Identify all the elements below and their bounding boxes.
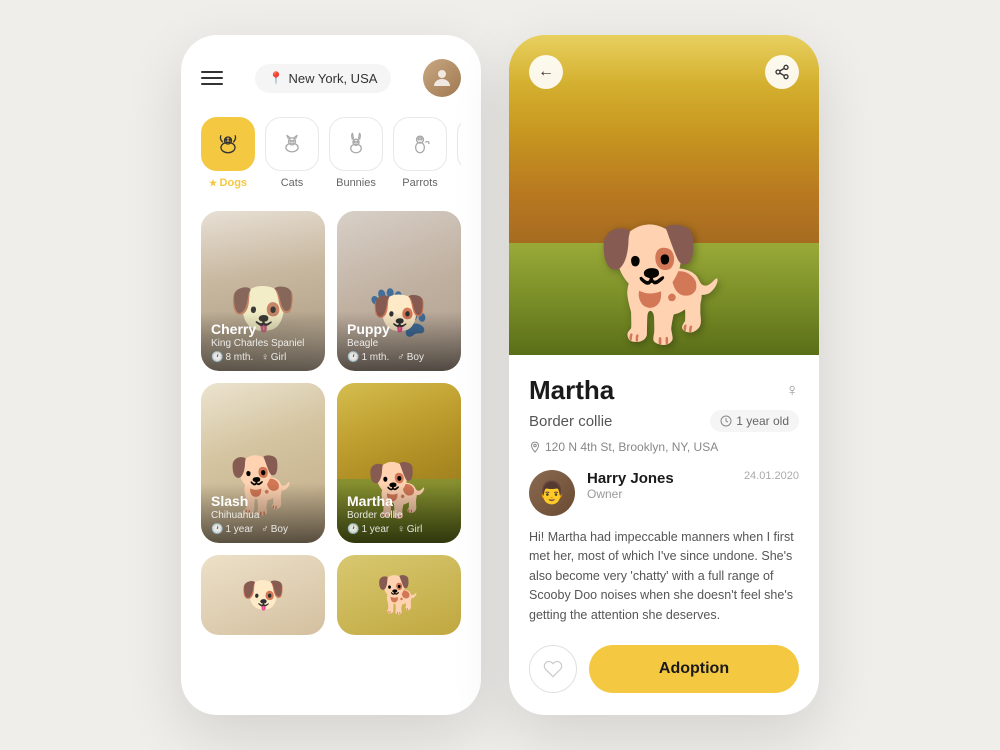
action-row: Adoption (529, 645, 799, 693)
pet-location: 120 N 4th St, Brooklyn, NY, USA (545, 440, 718, 454)
slash-meta: 🕐 1 year ♂ Boy (211, 524, 315, 535)
puppy-gender: ♂ Boy (397, 352, 424, 363)
adoption-button[interactable]: Adoption (589, 645, 799, 693)
review-text: Hi! Martha had impeccable manners when I… (529, 528, 799, 625)
app-container: 📍 New York, USA (151, 5, 849, 745)
cherry-name: Cherry (211, 321, 315, 338)
puppy-meta: 🕐 1 mth. ♂ Boy (347, 352, 451, 363)
bunnies-icon-box (329, 117, 383, 171)
cherry-breed: King Charles Spaniel (211, 338, 315, 349)
slash-card-overlay: Slash Chihuahua 🕐 1 year ♂ Boy (201, 483, 325, 543)
share-button[interactable] (765, 55, 799, 89)
rodents-icon-box (457, 117, 461, 171)
phone-header: 📍 New York, USA (201, 59, 461, 97)
location-icon (529, 441, 541, 453)
heart-icon (543, 659, 563, 679)
age-badge: 1 year old (710, 410, 799, 432)
category-list: Dogs Cats (201, 117, 461, 189)
bunnies-label: Bunnies (336, 177, 376, 189)
martha-meta: 🕐 1 year ♀ Girl (347, 524, 451, 535)
owner-role: Owner (587, 487, 799, 501)
pet-card-puppy[interactable]: 🐾 🐶 Puppy Beagle 🕐 1 mth. ♂ Boy (337, 211, 461, 371)
category-cats[interactable]: Cats (265, 117, 319, 189)
owner-card: 👨 Harry Jones 24.01.2020 Owner (529, 470, 799, 516)
puppy-breed: Beagle (347, 338, 451, 349)
slash-breed: Chihuahua (211, 510, 315, 521)
cherry-card-overlay: Cherry King Charles Spaniel 🕐 8 mth. ♀ G… (201, 311, 325, 371)
cats-icon-box (265, 117, 319, 171)
clock-icon (720, 415, 732, 427)
cherry-meta: 🕐 8 mth. ♀ Girl (211, 352, 315, 363)
dogs-icon-box (201, 117, 255, 171)
pet-card-partial-1[interactable]: 🐶 (201, 555, 325, 635)
back-arrow-icon: ← (538, 63, 554, 81)
category-rodents[interactable]: Ro... (457, 117, 461, 189)
pet-card-slash[interactable]: 🐕 Slash Chihuahua 🕐 1 year ♂ Boy (201, 383, 325, 543)
category-parrots[interactable]: Parrots (393, 117, 447, 189)
cherry-gender: ♀ Girl (261, 352, 286, 363)
puppy-age: 🕐 1 mth. (347, 352, 389, 363)
pet-age: 1 year old (736, 414, 789, 428)
left-phone: 📍 New York, USA (181, 35, 481, 715)
owner-avatar: 👨 (529, 470, 575, 516)
detail-header-row: Martha ♀ (529, 375, 799, 406)
cherry-age: 🕐 8 mth. (211, 352, 253, 363)
share-icon (774, 64, 790, 80)
owner-name: Harry Jones (587, 470, 674, 487)
pin-icon: 📍 (269, 71, 284, 85)
parrots-icon-box (393, 117, 447, 171)
martha-name: Martha (347, 493, 451, 510)
pet-grid: 🐶 Cherry King Charles Spaniel 🕐 8 mth. ♀… (201, 211, 461, 635)
pet-card-cherry[interactable]: 🐶 Cherry King Charles Spaniel 🕐 8 mth. ♀… (201, 211, 325, 371)
location-text: New York, USA (289, 71, 378, 86)
puppy-card-overlay: Puppy Beagle 🕐 1 mth. ♂ Boy (337, 311, 461, 371)
category-bunnies[interactable]: Bunnies (329, 117, 383, 189)
martha-gender: ♀ Girl (397, 524, 422, 535)
puppy-name: Puppy (347, 321, 451, 338)
menu-button[interactable] (201, 71, 223, 85)
favorite-button[interactable] (529, 645, 577, 693)
right-phone: 🐕 ← Martha ♀ (509, 35, 819, 715)
owner-date: 24.01.2020 (744, 470, 799, 482)
dog-hero-image: 🐕 ← (509, 35, 819, 355)
location-pill[interactable]: 📍 New York, USA (255, 64, 392, 93)
slash-age: 🕐 1 year (211, 524, 253, 535)
martha-age: 🕐 1 year (347, 524, 389, 535)
parrots-label: Parrots (402, 177, 437, 189)
martha-card-overlay: Martha Border collie 🕐 1 year ♀ Girl (337, 483, 461, 543)
gender-icon: ♀ (786, 380, 800, 401)
detail-location: 120 N 4th St, Brooklyn, NY, USA (529, 440, 799, 454)
slash-name: Slash (211, 493, 315, 510)
breed-age-row: Border collie 1 year old (529, 410, 799, 432)
martha-breed: Border collie (347, 510, 451, 521)
owner-info: Harry Jones 24.01.2020 Owner (587, 470, 799, 501)
category-dogs[interactable]: Dogs (201, 117, 255, 189)
pet-card-martha[interactable]: 🐕 Martha Border collie 🕐 1 year ♀ Girl (337, 383, 461, 543)
pet-card-partial-2[interactable]: 🐕 (337, 555, 461, 635)
user-avatar[interactable] (423, 59, 461, 97)
slash-gender: ♂ Boy (261, 524, 288, 535)
detail-body: Martha ♀ Border collie 1 year old (509, 355, 819, 709)
cats-label: Cats (281, 177, 304, 189)
dogs-label: Dogs (209, 177, 247, 189)
pet-detail-name: Martha (529, 375, 614, 406)
pet-detail-breed: Border collie (529, 413, 612, 430)
back-button[interactable]: ← (529, 55, 563, 89)
owner-name-row: Harry Jones 24.01.2020 (587, 470, 799, 487)
